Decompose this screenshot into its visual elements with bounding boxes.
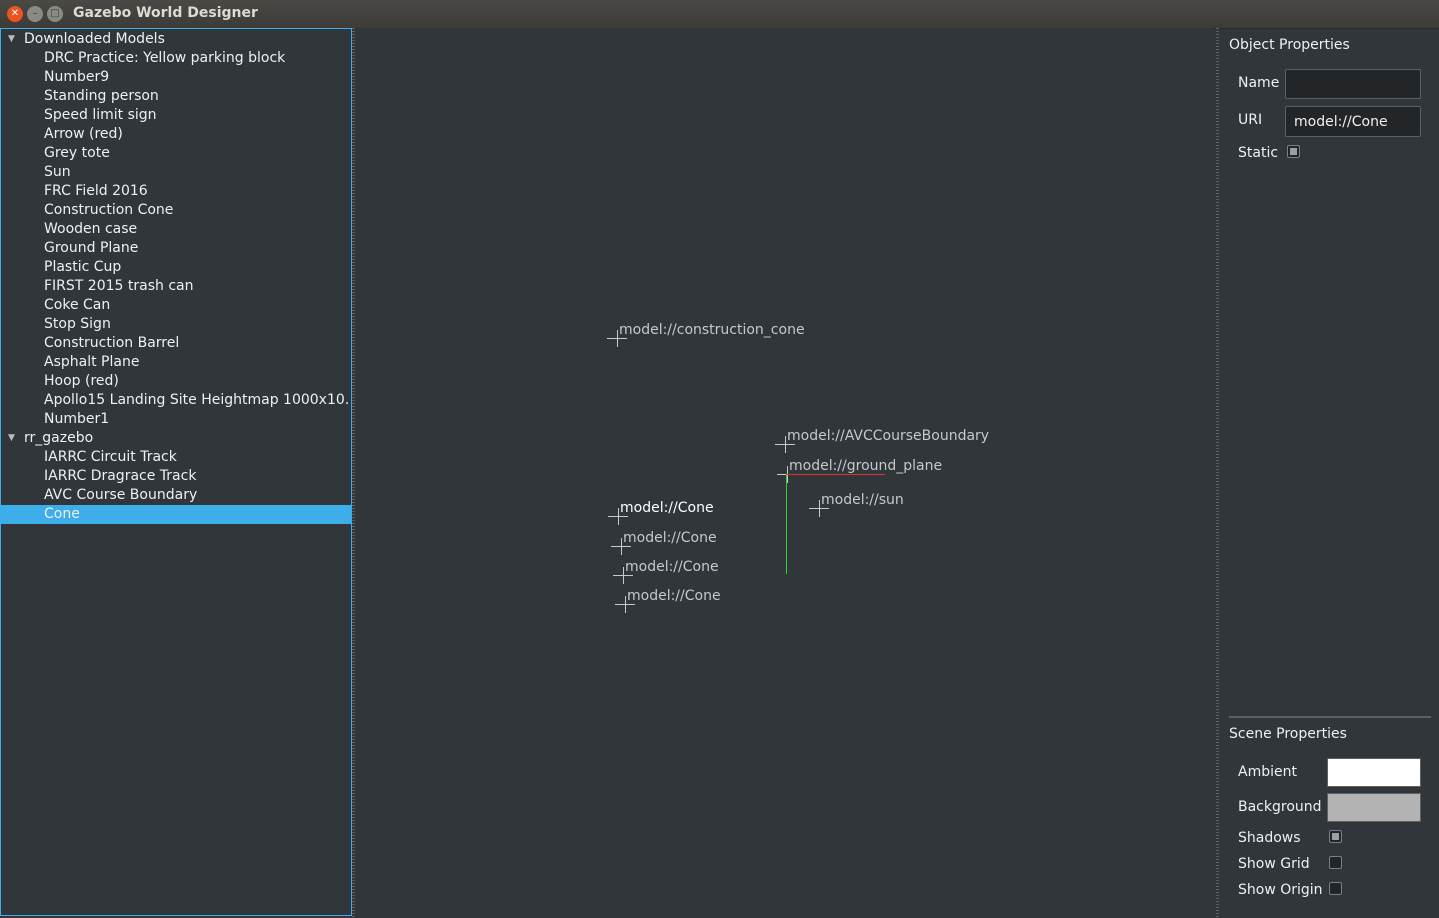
tree-item[interactable]: Ground Plane [1, 239, 351, 258]
tree-item-label: Hoop (red) [44, 373, 119, 389]
tree-item[interactable]: IARRC Dragrace Track [1, 467, 351, 486]
tree-item[interactable]: Number9 [1, 68, 351, 87]
tree-item-label: Arrow (red) [44, 126, 123, 142]
tree-item[interactable]: Coke Can [1, 296, 351, 315]
tree-item-label: FRC Field 2016 [44, 183, 148, 199]
scene-label: model://Cone [623, 530, 717, 546]
tree-group-label: Downloaded Models [24, 31, 165, 47]
tree-item[interactable]: Wooden case [1, 220, 351, 239]
background-label: Background [1238, 799, 1322, 815]
show-grid-label: Show Grid [1238, 856, 1310, 872]
show-origin-label: Show Origin [1238, 882, 1323, 898]
tree-group[interactable]: ▼ Downloaded Models [1, 30, 351, 49]
tree-item[interactable]: FRC Field 2016 [1, 182, 351, 201]
shadows-label: Shadows [1238, 830, 1301, 846]
tree-item[interactable]: Standing person [1, 87, 351, 106]
x-axis-line [787, 474, 885, 475]
tree-item-label: Apollo15 Landing Site Heightmap 1000x10… [44, 392, 351, 408]
name-field[interactable] [1285, 69, 1421, 99]
minimize-icon[interactable]: – [27, 6, 43, 22]
close-icon[interactable]: ✕ [7, 6, 23, 22]
name-label: Name [1238, 75, 1280, 91]
scene-properties-title: Scene Properties [1229, 726, 1347, 742]
scene-label: model://construction_cone [619, 322, 805, 338]
scene-label: model://Cone [627, 588, 721, 604]
window-title: Gazebo World Designer [73, 5, 258, 21]
scene-label: model://ground_plane [789, 458, 943, 474]
tree-item[interactable]: IARRC Circuit Track [1, 448, 351, 467]
ambient-label: Ambient [1238, 764, 1297, 780]
tree-item-label: Number9 [44, 69, 110, 85]
static-label: Static [1238, 145, 1279, 161]
tree-item-label: DRC Practice: Yellow parking block [44, 50, 286, 66]
tree-item-label: Stop Sign [44, 316, 111, 332]
tree-item[interactable]: Apollo15 Landing Site Heightmap 1000x10… [1, 391, 351, 410]
tree-item-label: IARRC Dragrace Track [44, 468, 197, 484]
tree-item[interactable]: Hoop (red) [1, 372, 351, 391]
y-axis-line [786, 474, 787, 574]
title-bar: ✕ – □ Gazebo World Designer [0, 0, 1439, 29]
tree-item-label: Grey tote [44, 145, 110, 161]
tree-group[interactable]: ▼ rr_gazebo [1, 429, 351, 448]
tree-item-label: Asphalt Plane [44, 354, 140, 370]
tree-item[interactable]: AVC Course Boundary [1, 486, 351, 505]
tree-item-label: Standing person [44, 88, 159, 104]
tree-item[interactable]: FIRST 2015 trash can [1, 277, 351, 296]
uri-field[interactable] [1285, 106, 1421, 137]
show-origin-checkbox[interactable] [1329, 882, 1342, 895]
tree-item[interactable]: Grey tote [1, 144, 351, 163]
panel-divider [1229, 716, 1431, 718]
tree-item[interactable]: Sun [1, 163, 351, 182]
tree-item-label: Wooden case [44, 221, 138, 237]
expand-arrow-icon[interactable]: ▼ [8, 429, 15, 448]
tree-item-label: Number1 [44, 411, 110, 427]
uri-label: URI [1238, 112, 1263, 128]
scene-label: model://Cone [625, 559, 719, 575]
tree-item[interactable]: Construction Cone [1, 201, 351, 220]
tree-item-label: Sun [44, 164, 71, 180]
scene-label: model://AVCCourseBoundary [787, 428, 990, 444]
tree-item-label: Construction Cone [44, 202, 174, 218]
left-splitter[interactable] [352, 28, 355, 918]
scene-label: model://Cone [620, 500, 714, 516]
tree-item[interactable]: DRC Practice: Yellow parking block [1, 49, 351, 68]
tree-item[interactable]: Speed limit sign [1, 106, 351, 125]
tree-item-label: FIRST 2015 trash can [44, 278, 194, 294]
tree-item[interactable]: Arrow (red) [1, 125, 351, 144]
shadows-checkbox[interactable] [1329, 830, 1342, 843]
scene-view[interactable]: model://construction_cone model://AVCCou… [357, 28, 1214, 918]
tree-item-label: Ground Plane [44, 240, 139, 256]
tree-item-label: Plastic Cup [44, 259, 122, 275]
tree-item[interactable]: Number1 [1, 410, 351, 429]
tree-item[interactable]: Stop Sign [1, 315, 351, 334]
tree-group-label: rr_gazebo [24, 430, 94, 446]
expand-arrow-icon[interactable]: ▼ [8, 30, 15, 49]
show-grid-checkbox[interactable] [1329, 856, 1342, 869]
scene-label: model://sun [821, 492, 904, 508]
tree-item-label: AVC Course Boundary [44, 487, 198, 503]
background-color-swatch[interactable] [1327, 793, 1421, 822]
ambient-color-swatch[interactable] [1327, 758, 1421, 787]
tree-item[interactable]: Construction Barrel [1, 334, 351, 353]
tree-item-label: Coke Can [44, 297, 111, 313]
right-splitter[interactable] [1216, 28, 1219, 918]
tree-item[interactable]: Cone [1, 505, 351, 524]
object-properties-title: Object Properties [1229, 37, 1350, 53]
tree-item-label: Cone [44, 506, 80, 522]
properties-panel: Object Properties Name URI Static Scene … [1221, 28, 1439, 918]
tree-item-label: Construction Barrel [44, 335, 180, 351]
tree-item[interactable]: Asphalt Plane [1, 353, 351, 372]
tree-item-label: IARRC Circuit Track [44, 449, 177, 465]
tree-item-label: Speed limit sign [44, 107, 157, 123]
maximize-icon[interactable]: □ [47, 6, 63, 22]
tree-item[interactable]: Plastic Cup [1, 258, 351, 277]
model-tree[interactable]: ▼ Downloaded Models DRC Practice: Yellow p… [0, 28, 352, 916]
static-checkbox[interactable] [1287, 145, 1300, 158]
